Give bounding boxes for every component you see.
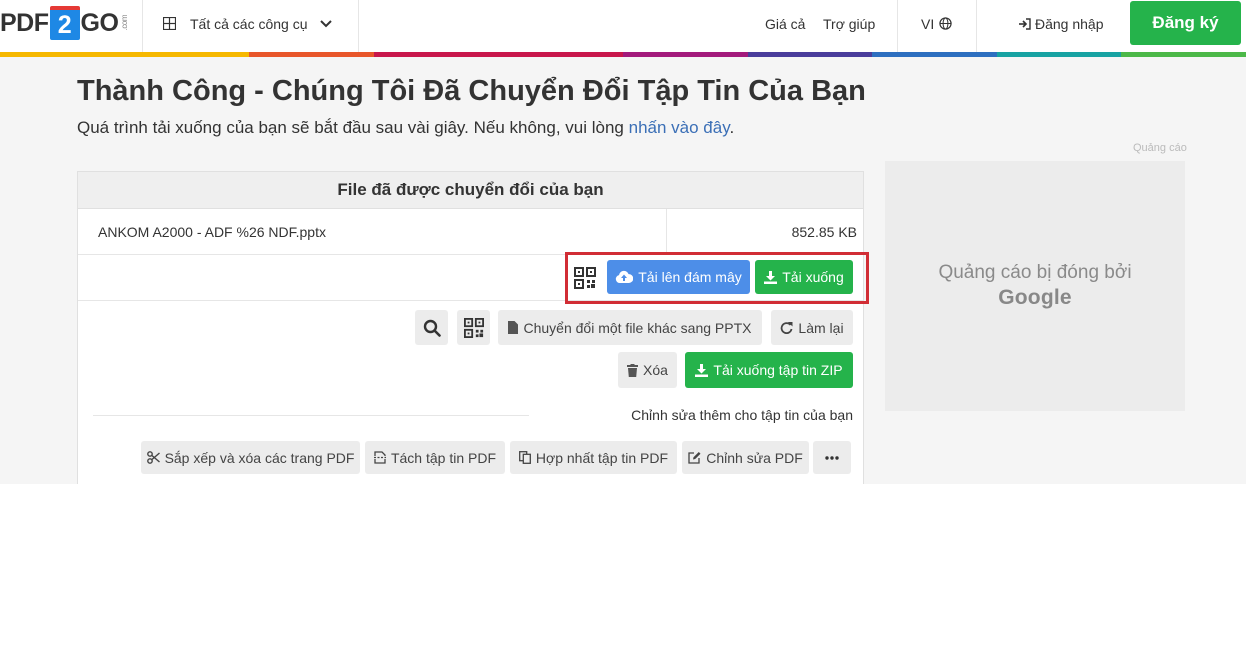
cloud-upload-icon bbox=[616, 270, 634, 283]
logo-text-com: .com bbox=[120, 15, 130, 31]
card-header: File đã được chuyển đổi của bạn bbox=[78, 172, 863, 209]
top-header: PDF 2 GO .com Tất cả các công cụ Giá cả … bbox=[0, 0, 1246, 53]
convert-other-label: Chuyển đổi một file khác sang PPTX bbox=[523, 319, 752, 336]
login-label: Đăng nhập bbox=[1035, 15, 1104, 32]
upload-cloud-button[interactable]: Tải lên đám mây bbox=[607, 260, 750, 294]
section-divider bbox=[93, 415, 529, 416]
nav-price-link[interactable]: Giá cả bbox=[765, 0, 805, 47]
ad-closed-text: Quảng cáo bị đóng bởi bbox=[938, 262, 1132, 283]
file-icon bbox=[508, 321, 519, 334]
grid-icon bbox=[163, 17, 176, 30]
download-icon bbox=[695, 363, 709, 377]
all-tools-dropdown[interactable]: Tất cả các công cụ bbox=[163, 0, 332, 47]
merge-pdf-label: Hợp nhất tập tin PDF bbox=[535, 449, 669, 466]
split-pdf-label: Tách tập tin PDF bbox=[390, 449, 497, 466]
logo-text-pdf: PDF bbox=[0, 8, 49, 37]
edit-pdf-label: Chỉnh sửa PDF bbox=[706, 449, 803, 466]
page-subtitle: Quá trình tải xuống của bạn sẽ bắt đầu s… bbox=[77, 118, 734, 138]
language-label: VI bbox=[921, 15, 935, 32]
redo-button[interactable]: Làm lại bbox=[771, 310, 853, 345]
scissors-icon bbox=[146, 451, 160, 464]
file-size: 852.85 KB bbox=[791, 223, 857, 240]
header-divider bbox=[976, 0, 977, 53]
more-icon bbox=[825, 455, 839, 460]
signup-button[interactable]: Đăng ký bbox=[1130, 1, 1241, 45]
globe-icon bbox=[939, 17, 952, 30]
qr-code-icon bbox=[463, 317, 484, 338]
qr-code-button[interactable] bbox=[573, 263, 597, 293]
download-button[interactable]: Tải xuống bbox=[755, 260, 853, 294]
login-icon bbox=[1019, 17, 1031, 30]
preview-button[interactable] bbox=[415, 310, 448, 345]
upload-cloud-label: Tải lên đám mây bbox=[638, 269, 742, 285]
qr-code-icon bbox=[574, 267, 596, 289]
qr-code-button[interactable] bbox=[457, 310, 490, 345]
pdf2go-logo[interactable]: PDF 2 GO .com bbox=[0, 6, 129, 40]
merge-pdf-button[interactable]: Hợp nhất tập tin PDF bbox=[510, 441, 677, 474]
convert-other-button[interactable]: Chuyển đổi một file khác sang PPTX bbox=[498, 310, 762, 345]
split-pdf-button[interactable]: Tách tập tin PDF bbox=[365, 441, 505, 474]
page-title: Thành Công - Chúng Tôi Đã Chuyển Đổi Tập… bbox=[77, 75, 866, 107]
redo-icon bbox=[781, 322, 793, 334]
ad-label: Quảng cáo bbox=[1133, 142, 1187, 154]
edit-pdf-button[interactable]: Chỉnh sửa PDF bbox=[682, 441, 809, 474]
file-name: ANKOM A2000 - ADF %26 NDF.pptx bbox=[78, 209, 667, 254]
more-edit-label: Chỉnh sửa thêm cho tập tin của bạn bbox=[631, 407, 853, 423]
header-divider bbox=[142, 0, 143, 53]
subtitle-end: . bbox=[729, 118, 735, 137]
search-icon bbox=[423, 319, 441, 337]
download-icon bbox=[764, 270, 778, 284]
redo-label: Làm lại bbox=[798, 319, 844, 336]
trash-icon bbox=[627, 363, 639, 377]
download-label: Tải xuống bbox=[782, 269, 844, 285]
logo-text-go: GO bbox=[80, 8, 119, 37]
more-tools-button[interactable] bbox=[813, 441, 851, 474]
download-zip-button[interactable]: Tải xuống tập tin ZIP bbox=[685, 352, 853, 388]
subtitle-text: Quá trình tải xuống của bạn sẽ bắt đầu s… bbox=[77, 118, 629, 137]
language-selector[interactable]: VI bbox=[921, 0, 952, 47]
chevron-down-icon bbox=[319, 19, 332, 27]
all-tools-label: Tất cả các công cụ bbox=[190, 15, 308, 32]
header-divider bbox=[358, 0, 359, 53]
click-here-link[interactable]: nhấn vào đây bbox=[629, 118, 730, 137]
delete-label: Xóa bbox=[643, 362, 668, 378]
sort-delete-pages-button[interactable]: Sắp xếp và xóa các trang PDF bbox=[141, 441, 360, 474]
converted-file-card: File đã được chuyển đổi của bạn ANKOM A2… bbox=[77, 171, 869, 484]
copy-icon bbox=[518, 451, 531, 464]
sort-delete-label: Sắp xếp và xóa các trang PDF bbox=[164, 449, 355, 466]
split-icon bbox=[373, 451, 386, 464]
file-row: ANKOM A2000 - ADF %26 NDF.pptx 852.85 KB bbox=[78, 209, 863, 255]
ad-box: Quảng cáo bị đóng bởi Google bbox=[885, 161, 1185, 411]
download-zip-label: Tải xuống tập tin ZIP bbox=[713, 362, 843, 378]
logo-text-two: 2 bbox=[49, 6, 80, 40]
delete-button[interactable]: Xóa bbox=[618, 352, 677, 388]
nav-help-link[interactable]: Trợ giúp bbox=[823, 0, 875, 47]
header-divider bbox=[897, 0, 898, 53]
file-actions-row: Tải lên đám mây Tải xuống bbox=[78, 252, 869, 304]
google-logo-text: Google bbox=[998, 286, 1072, 309]
login-link[interactable]: Đăng nhập bbox=[1018, 0, 1104, 47]
edit-icon bbox=[688, 452, 701, 464]
